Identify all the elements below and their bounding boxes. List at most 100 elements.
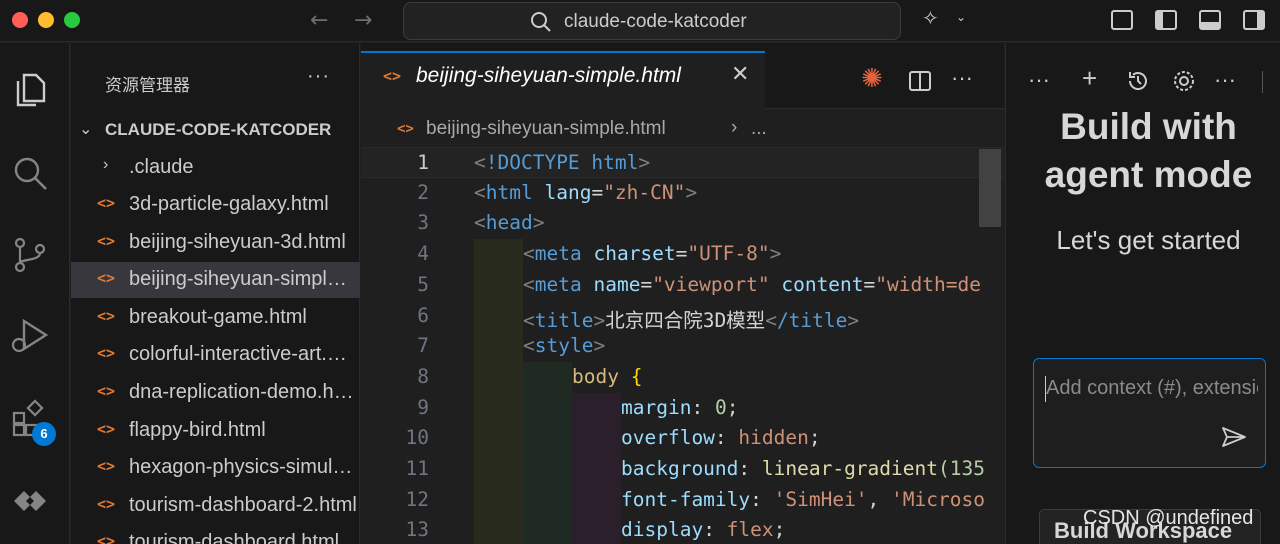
code-line: 12 font-family: 'SimHei', 'Microso	[361, 484, 1004, 516]
tree-item-label: dna-replication-demo.html	[129, 381, 357, 403]
code-line: 10 overflow: hidden;	[361, 423, 1004, 455]
code-editor[interactable]: 1 <!DOCTYPE html> 2 <html lang="zh-CN"> …	[361, 147, 1004, 544]
tree-item-file-active[interactable]: <> beijing-siheyuan-simple.html	[71, 262, 360, 298]
tree-item-file[interactable]: <> dna-replication-demo.html	[71, 375, 360, 411]
tree-item-file[interactable]: <> tourism-dashboard-2.html	[71, 488, 360, 524]
remote-explorer-icon[interactable]	[10, 481, 50, 521]
tree-item-label: tourism-dashboard-2.html	[129, 494, 357, 516]
breadcrumb-more[interactable]: ...	[751, 118, 767, 140]
line-number: 9	[417, 395, 429, 419]
source-control-icon[interactable]	[10, 235, 50, 275]
editor-tab-active[interactable]: <> beijing-siheyuan-simple.html ✕	[361, 51, 765, 109]
line-number: 8	[417, 364, 429, 388]
editor-scrollbar-thumb[interactable]	[979, 149, 1001, 227]
tree-item-label: beijing-siheyuan-3d.html	[129, 231, 346, 253]
tree-item-file[interactable]: <> breakout-game.html	[71, 300, 360, 336]
tree-item-file[interactable]: <> tourism-dashboard.html	[71, 525, 360, 544]
html-file-icon: <>	[97, 382, 116, 400]
tree-item-file[interactable]: <> beijing-siheyuan-3d.html	[71, 225, 360, 261]
explorer-title: 资源管理器	[105, 76, 190, 95]
gear-icon[interactable]	[1172, 69, 1196, 93]
run-debug-icon[interactable]	[10, 315, 50, 355]
minimize-window-button[interactable]	[38, 12, 54, 28]
close-icon[interactable]: ✕	[731, 61, 749, 87]
maximize-window-button[interactable]	[64, 12, 80, 28]
more-actions-icon[interactable]: ···	[307, 65, 330, 88]
chevron-down-icon[interactable]: ⌄	[956, 10, 966, 24]
new-chat-icon[interactable]: +	[1082, 63, 1097, 94]
editor-area: <> beijing-siheyuan-simple.html ✕ ✺ ··· …	[361, 43, 1004, 544]
chat-panel: ··· + ··· Build with agent mode Let's ge…	[1005, 43, 1280, 544]
line-number: 4	[417, 242, 429, 266]
tree-item-label: .claude	[129, 156, 194, 178]
line-number: 5	[417, 272, 429, 296]
command-center-text: claude-code-katcoder	[564, 11, 747, 32]
html-file-icon: <>	[97, 307, 116, 325]
html-file-icon: <>	[97, 457, 116, 475]
editor-tab-bar: <> beijing-siheyuan-simple.html ✕ ✺ ···	[361, 43, 1004, 109]
back-arrow-icon[interactable]: ←	[310, 8, 328, 33]
explorer-sidebar: 资源管理器 ··· ⌄ CLAUDE-CODE-KATCODER › .clau…	[71, 43, 360, 544]
explorer-icon[interactable]	[10, 69, 50, 109]
tree-item-file[interactable]: <> colorful-interactive-art.html	[71, 337, 360, 373]
html-file-icon: <>	[97, 232, 116, 250]
customize-layout-icon[interactable]	[1111, 10, 1133, 30]
tree-item-label: hexagon-physics-simulation.html	[129, 456, 357, 478]
toggle-panel-icon[interactable]	[1199, 10, 1221, 30]
split-editor-icon[interactable]	[909, 71, 931, 91]
send-icon[interactable]	[1220, 425, 1248, 449]
tree-item-file[interactable]: <> hexagon-physics-simulation.html	[71, 450, 360, 486]
tree-item-label: flappy-bird.html	[129, 419, 266, 441]
toggle-secondary-sidebar-icon[interactable]	[1243, 10, 1265, 30]
code-line: 3 <head>	[361, 208, 1004, 239]
copilot-sparkle-icon[interactable]: ✧	[922, 6, 939, 31]
command-center-search[interactable]: claude-code-katcoder	[403, 2, 901, 40]
chevron-right-icon: ›	[103, 156, 109, 173]
breadcrumb-file[interactable]: beijing-siheyuan-simple.html	[426, 118, 666, 140]
history-icon[interactable]	[1126, 69, 1150, 93]
code-line: 13 display: flex;	[361, 515, 1004, 544]
tree-item-label: breakout-game.html	[129, 306, 307, 328]
code-line: 2 <html lang="zh-CN">	[361, 178, 1004, 209]
line-number: 7	[417, 334, 429, 358]
html-file-icon: <>	[97, 532, 116, 544]
line-number: 10	[405, 426, 429, 450]
code-line: 8 body {	[361, 361, 1004, 393]
close-window-button[interactable]	[12, 12, 28, 28]
toolbar-divider	[1262, 71, 1263, 93]
line-number: 1	[417, 151, 429, 174]
html-file-icon: <>	[97, 344, 116, 362]
tab-label: beijing-siheyuan-simple.html	[416, 64, 681, 87]
search-icon[interactable]	[10, 153, 50, 193]
html-file-icon: <>	[397, 121, 414, 137]
code-line: 6 <title>北京四合院3D模型</title>	[361, 300, 1004, 332]
chat-heading: Build with agent mode	[1044, 106, 1253, 195]
line-number: 2	[417, 180, 429, 204]
code-line: 1 <!DOCTYPE html>	[361, 147, 1004, 178]
html-file-icon: <>	[383, 67, 402, 85]
claude-code-icon[interactable]: ✺	[861, 63, 883, 94]
more-actions-icon[interactable]: ···	[1214, 67, 1236, 93]
tree-item-file[interactable]: <> 3d-particle-galaxy.html	[71, 187, 360, 223]
html-file-icon: <>	[97, 269, 116, 287]
more-actions-icon[interactable]: ···	[951, 65, 973, 91]
tree-item-folder[interactable]: › .claude	[71, 150, 360, 186]
more-actions-icon[interactable]: ···	[1028, 67, 1050, 93]
chat-subheading: Let's get started	[1056, 225, 1241, 255]
activity-bar: 6	[0, 43, 70, 544]
html-file-icon: <>	[97, 194, 116, 212]
line-number: 3	[417, 211, 429, 235]
workspace-folder-name: CLAUDE-CODE-KATCODER	[105, 120, 332, 139]
toggle-primary-sidebar-icon[interactable]	[1155, 10, 1177, 30]
chevron-right-icon: ›	[731, 117, 738, 138]
tree-item-label: tourism-dashboard.html	[129, 531, 340, 544]
workspace-folder-header[interactable]: ⌄ CLAUDE-CODE-KATCODER	[71, 115, 360, 147]
chevron-down-icon: ⌄	[79, 121, 93, 138]
watermark-text: CSDN @undefined	[1083, 507, 1254, 529]
tree-item-label: beijing-siheyuan-simple.html	[129, 268, 357, 290]
chat-input[interactable]: Add context (#), extensions (@), command…	[1033, 358, 1266, 468]
forward-arrow-icon[interactable]: →	[354, 8, 372, 33]
code-line: 4 <meta charset="UTF-8">	[361, 239, 1004, 271]
tree-item-file[interactable]: <> flappy-bird.html	[71, 413, 360, 449]
line-number: 12	[405, 487, 429, 511]
